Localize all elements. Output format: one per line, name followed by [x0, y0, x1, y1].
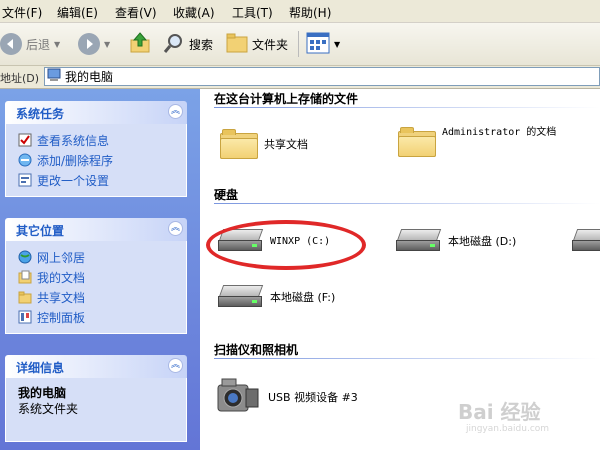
baidu-watermark: Bai 经验 — [458, 400, 541, 424]
search-button[interactable]: 搜索 — [163, 31, 213, 57]
details-name: 我的电脑 — [18, 386, 67, 400]
item-label: USB 视频设备 #3 — [268, 391, 358, 404]
menu-help[interactable]: 帮助(H) — [289, 4, 331, 21]
section-scanners-title: 扫描仪和照相机 — [214, 343, 299, 357]
drive-f-item[interactable]: 本地磁盘 (F:) — [218, 285, 335, 309]
task-label: 添加/删除程序 — [37, 153, 114, 168]
details-header[interactable]: 详细信息 ︽ — [5, 355, 187, 378]
item-label: 本地磁盘 (F:) — [270, 291, 336, 304]
watermark-url: jingyan.baidu.com — [466, 424, 550, 434]
section-divider — [214, 107, 600, 108]
toolbar-divider — [298, 31, 299, 57]
menu-tools[interactable]: 工具(T) — [232, 4, 273, 21]
usb-camera-item[interactable]: USB 视频设备 #3 — [216, 377, 358, 417]
collapse-chevron-icon[interactable]: ︽ — [168, 104, 183, 119]
back-dropdown-icon[interactable]: ▼ — [54, 40, 60, 49]
hard-drive-icon — [572, 229, 600, 253]
section-disks-title: 硬盘 — [214, 188, 239, 202]
address-bar: 地址(D) 我的电脑 — [0, 66, 600, 89]
network-icon — [18, 250, 32, 264]
folder-icon — [398, 127, 436, 157]
task-add-remove-programs[interactable]: 添加/删除程序 — [18, 150, 186, 170]
other-places-title: 其它位置 — [16, 224, 65, 238]
search-label: 搜索 — [189, 37, 214, 52]
place-shared-documents[interactable]: 共享文档 — [18, 287, 186, 307]
forward-dropdown-icon[interactable]: ▼ — [104, 40, 110, 49]
back-button[interactable]: 后退 ▼ — [0, 31, 60, 57]
back-arrow-icon — [0, 33, 22, 55]
menu-bar: 文件(F) 编辑(E) 查看(V) 收藏(A) 工具(T) 帮助(H) — [0, 0, 600, 23]
video-camera-icon — [216, 377, 262, 417]
system-tasks-header[interactable]: 系统任务 ︽ — [5, 101, 187, 124]
place-label: 共享文档 — [37, 290, 86, 305]
place-label: 我的文档 — [37, 270, 86, 285]
task-pane: 系统任务 ︽ 查看系统信息 添加/删除程序 更改一个设置 其它位置 ︽ 网上邻居… — [0, 89, 200, 450]
item-label: 本地磁盘 (D:) — [448, 235, 517, 248]
system-tasks-panel: 系统任务 ︽ 查看系统信息 添加/删除程序 更改一个设置 — [5, 101, 187, 197]
up-button[interactable] — [128, 31, 152, 57]
toolbar: 后退 ▼ ▼ 搜索 文件夹 ▼ — [0, 23, 600, 66]
drive-partial-item[interactable] — [572, 229, 600, 253]
shared-documents-item[interactable]: 共享文档 — [220, 129, 308, 159]
search-icon — [163, 32, 185, 57]
place-my-documents[interactable]: 我的文档 — [18, 267, 186, 287]
folders-icon — [226, 33, 248, 56]
folders-button[interactable]: 文件夹 — [226, 31, 288, 57]
menu-view[interactable]: 查看(V) — [115, 4, 157, 21]
details-body: 我的电脑 系统文件夹 — [5, 378, 187, 442]
control-panel-icon — [18, 310, 32, 324]
task-label: 查看系统信息 — [37, 133, 110, 148]
details-title: 详细信息 — [16, 361, 65, 375]
system-info-icon — [18, 133, 32, 147]
details-panel: 详细信息 ︽ 我的电脑 系统文件夹 — [5, 355, 187, 442]
address-label: 地址(D) — [0, 72, 40, 85]
hard-drive-icon — [218, 285, 264, 309]
highlight-ellipse — [206, 220, 366, 270]
place-network[interactable]: 网上邻居 — [18, 247, 186, 267]
forward-arrow-icon — [78, 33, 100, 55]
details-desc: 系统文件夹 — [18, 402, 79, 416]
folder-icon — [220, 129, 258, 159]
other-places-body: 网上邻居 我的文档 共享文档 控制面板 — [5, 241, 187, 334]
other-places-panel: 其它位置 ︽ 网上邻居 我的文档 共享文档 控制面板 — [5, 218, 187, 334]
section-files-title: 在这台计算机上存储的文件 — [214, 92, 359, 106]
folders-label: 文件夹 — [252, 37, 289, 52]
system-tasks-title: 系统任务 — [16, 107, 65, 121]
menu-file[interactable]: 文件(F) — [2, 4, 42, 21]
views-grid-icon — [306, 32, 330, 57]
place-label: 网上邻居 — [37, 250, 86, 265]
task-label: 更改一个设置 — [37, 173, 110, 188]
task-view-system-info[interactable]: 查看系统信息 — [18, 130, 186, 150]
collapse-chevron-icon[interactable]: ︽ — [168, 221, 183, 236]
admin-documents-item[interactable]: Administrator 的文档 — [398, 127, 562, 157]
other-places-header[interactable]: 其它位置 ︽ — [5, 218, 187, 241]
drive-d-item[interactable]: 本地磁盘 (D:) — [396, 229, 516, 253]
folder-icon — [18, 290, 32, 304]
task-change-setting[interactable]: 更改一个设置 — [18, 170, 186, 190]
menu-favorites[interactable]: 收藏(A) — [173, 4, 215, 21]
place-label: 控制面板 — [37, 310, 86, 325]
section-divider — [214, 358, 600, 359]
settings-icon — [18, 173, 32, 187]
menu-edit[interactable]: 编辑(E) — [57, 4, 98, 21]
system-tasks-body: 查看系统信息 添加/删除程序 更改一个设置 — [5, 124, 187, 197]
forward-button[interactable]: ▼ — [78, 31, 110, 57]
add-remove-icon — [18, 153, 32, 167]
views-button[interactable]: ▼ — [306, 31, 340, 57]
back-label: 后退 — [26, 37, 51, 52]
my-computer-icon — [47, 68, 61, 85]
address-field[interactable]: 我的电脑 — [44, 67, 600, 86]
item-label: Administrator 的文档 — [442, 127, 557, 138]
place-control-panel[interactable]: 控制面板 — [18, 307, 186, 327]
section-divider — [214, 203, 600, 204]
address-value: 我的电脑 — [65, 70, 114, 84]
item-label: 共享文档 — [264, 138, 308, 151]
documents-icon — [18, 270, 32, 284]
up-folder-icon — [128, 31, 152, 58]
hard-drive-icon — [396, 229, 442, 253]
views-dropdown-icon: ▼ — [334, 39, 341, 49]
collapse-chevron-icon[interactable]: ︽ — [168, 358, 183, 373]
